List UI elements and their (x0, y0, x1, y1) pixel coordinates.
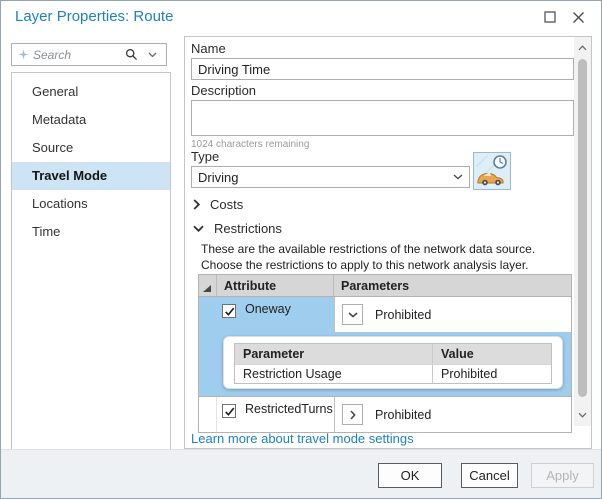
name-input[interactable] (191, 58, 574, 80)
properties-nav-list: General Metadata Source Travel Mode Loca… (11, 72, 171, 451)
name-label: Name (191, 41, 226, 56)
oneway-checkbox-cell (217, 297, 241, 332)
sidebar-search[interactable] (11, 43, 167, 66)
costs-label: Costs (210, 197, 243, 212)
corner-triangle-icon (203, 285, 211, 292)
sidebar-item-general[interactable]: General (12, 78, 170, 106)
row-handle[interactable] (199, 397, 217, 432)
sidebar-item-source[interactable]: Source (12, 134, 170, 162)
ok-button[interactable]: OK (378, 463, 442, 488)
restrictedturns-parameters-cell: Prohibited (334, 397, 571, 432)
oneway-checkbox[interactable] (222, 304, 236, 318)
restrictions-table: Attribute Parameters Oneway (198, 274, 572, 433)
parameter-column-header: Parameter (235, 344, 433, 364)
row-handle[interactable] (199, 297, 217, 332)
costs-expander[interactable]: Costs (193, 197, 243, 212)
checkmark-icon (224, 306, 235, 317)
restrictedturns-attribute-cell: RestrictedTurns (241, 397, 334, 432)
checkmark-icon (224, 406, 235, 417)
search-input[interactable] (33, 48, 125, 62)
type-select-value: Driving (198, 170, 238, 185)
value-column-header: Value (433, 347, 551, 361)
sparkle-icon (18, 49, 29, 60)
cancel-button[interactable]: Cancel (461, 463, 518, 488)
maximize-icon (544, 11, 556, 23)
oneway-attribute-cell: Oneway (241, 297, 334, 332)
chevron-down-icon (453, 174, 463, 180)
sidebar-item-locations[interactable]: Locations (12, 190, 170, 218)
select-all-corner[interactable] (199, 275, 217, 296)
oneway-details-panel: Parameter Value Restriction Usage Prohib… (223, 336, 563, 389)
sidebar-item-metadata[interactable]: Metadata (12, 106, 170, 134)
restrictions-description: These are the available restrictions of … (201, 241, 575, 273)
oneway-parameters-cell: Prohibited (334, 297, 571, 332)
description-input[interactable] (191, 100, 574, 136)
type-label: Type (191, 149, 219, 164)
scrollbar-thumb[interactable] (578, 59, 587, 397)
table-row-restrictedturns[interactable]: RestrictedTurns Prohibited (199, 396, 571, 432)
title-bar: Layer Properties: Route (1, 1, 601, 33)
search-options-chevron-icon[interactable] (148, 52, 157, 58)
chevron-right-icon (350, 410, 356, 420)
dialog-title: Layer Properties: Route (15, 8, 173, 25)
parameter-details-table: Parameter Value Restriction Usage Prohib… (234, 343, 552, 384)
restrictedturns-checkbox[interactable] (222, 404, 236, 418)
restrictedturns-parameters-value: Prohibited (375, 408, 431, 422)
apply-button[interactable]: Apply (531, 463, 594, 488)
table-row-oneway[interactable]: Oneway Prohibited (199, 296, 571, 332)
parameter-table-header: Parameter Value (235, 344, 551, 364)
restrictions-table-header: Attribute Parameters (199, 275, 571, 296)
description-label: Description (191, 83, 256, 98)
close-button[interactable] (569, 9, 587, 25)
chevron-down-icon (348, 312, 358, 318)
scroll-down-button[interactable] (574, 407, 591, 423)
sidebar-item-time[interactable]: Time (12, 218, 170, 246)
dialog-footer: OK Cancel Apply (1, 449, 601, 498)
maximize-button[interactable] (541, 9, 559, 25)
parameter-table-row[interactable]: Restriction Usage Prohibited (235, 364, 551, 383)
attribute-column-header[interactable]: Attribute (217, 275, 334, 296)
chevron-down-icon (193, 225, 204, 232)
type-select[interactable]: Driving (191, 166, 470, 188)
travel-mode-pane: Name Description 1024 characters remaini… (184, 36, 592, 449)
restrictions-label: Restrictions (214, 221, 282, 236)
sidebar-item-travel-mode[interactable]: Travel Mode (12, 162, 170, 190)
driving-time-icon-button[interactable] (473, 152, 511, 190)
chevron-right-icon (193, 199, 200, 210)
restrictedturns-checkbox-cell (217, 397, 241, 432)
search-icon[interactable] (125, 48, 138, 61)
restrictions-expander[interactable]: Restrictions (193, 221, 282, 236)
oneway-collapse-button[interactable] (342, 304, 363, 325)
oneway-details-zone: Parameter Value Restriction Usage Prohib… (199, 332, 571, 396)
close-icon (572, 11, 585, 24)
learn-more-link[interactable]: Learn more about travel mode settings (191, 431, 414, 446)
restriction-usage-value-cell[interactable]: Prohibited (433, 367, 551, 381)
scroll-up-button[interactable] (574, 40, 591, 56)
restriction-usage-cell: Restriction Usage (235, 365, 433, 383)
layer-properties-dialog: Layer Properties: Route General (0, 0, 602, 499)
restrictedturns-expand-button[interactable] (342, 404, 363, 425)
oneway-parameters-value: Prohibited (375, 308, 431, 322)
parameters-column-header[interactable]: Parameters (334, 279, 571, 293)
chevron-up-icon (578, 45, 587, 51)
car-clock-icon (474, 153, 510, 189)
chevron-down-icon (578, 412, 587, 418)
vertical-scrollbar[interactable] (574, 37, 591, 426)
